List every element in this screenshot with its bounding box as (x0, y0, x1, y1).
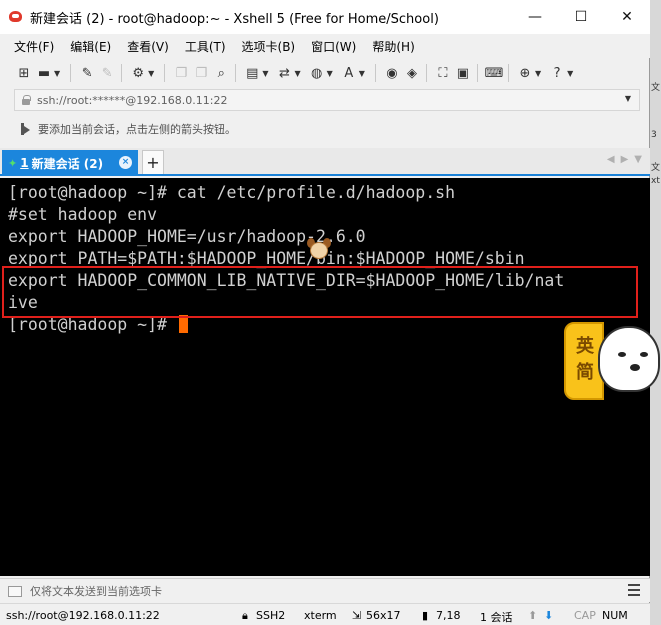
menu-view[interactable]: 查看(V) (127, 38, 169, 55)
session-hint-bar: 要添加当前会话，点击左侧的箭头按钮。 (14, 116, 640, 142)
status-bar: ssh://root@192.168.0.11:22 🔒︎ SSH2 xterm… (0, 603, 650, 625)
send-menu-icon[interactable] (628, 584, 640, 596)
new-session-icon[interactable]: ⊞ (16, 65, 32, 81)
menu-window[interactable]: 窗口(W) (311, 38, 356, 55)
menu-tools[interactable]: 工具(T) (185, 38, 226, 55)
toolbar-separator (121, 64, 123, 82)
fullscreen-icon[interactable]: ⛶ (435, 65, 451, 81)
font-dropdown-icon[interactable]: ▼ (359, 69, 365, 78)
maximize-button[interactable]: ☐ (558, 0, 604, 34)
menu-tab[interactable]: 选项卡(B) (242, 38, 296, 55)
status-terminal-type: xterm (304, 609, 337, 622)
address-dropdown-icon[interactable]: ▼ (625, 94, 631, 103)
terminal-area[interactable]: [root@hadoop ~]# cat /etc/profile.d/hado… (0, 178, 650, 576)
font-icon[interactable]: A (341, 65, 357, 81)
copy-icon[interactable]: ❐ (173, 65, 189, 81)
send-bar[interactable]: 仅将文本发送到当前选项卡 (0, 578, 650, 602)
print-dropdown-icon[interactable]: ▼ (262, 69, 268, 78)
status-position: 7,18 (436, 609, 461, 622)
print-icon[interactable]: ▤ (244, 65, 260, 81)
properties-icon[interactable]: ⚙ (130, 65, 146, 81)
upload-arrow-icon: ⬆ (528, 609, 538, 622)
tab-list-dropdown-icon[interactable]: ▼ (634, 154, 642, 165)
send-target-text: 仅将文本发送到当前选项卡 (30, 584, 162, 598)
status-resize-icon: ⇲ (352, 609, 362, 622)
status-sessions: 1 会话 (480, 611, 513, 624)
background-window-edge: 文 3 文 xt (650, 0, 661, 625)
tab-scroll-left-icon[interactable]: ◀ (607, 154, 615, 165)
reconnect-icon[interactable]: ✎ (79, 65, 95, 81)
menu-bar: 文件(F) 编辑(E) 查看(V) 工具(T) 选项卡(B) 窗口(W) 帮助(… (0, 34, 650, 58)
title-bar[interactable]: 新建会话 (2) - root@hadoop:~ - Xshell 5 (Fre… (0, 0, 650, 34)
polar-bear-mascot-icon (598, 326, 660, 392)
menu-help[interactable]: 帮助(H) (372, 38, 414, 55)
ime-char-simplified: 简 (576, 362, 594, 383)
lock-screen-icon[interactable]: ▣ (455, 65, 471, 81)
transfer-dropdown-icon[interactable]: ▼ (294, 69, 300, 78)
mascot-overlay-icon (306, 238, 332, 262)
window-title: 新建会话 (2) - root@hadoop:~ - Xshell 5 (Fre… (30, 11, 439, 27)
properties-dropdown-icon[interactable]: ▼ (148, 69, 154, 78)
status-cursor-icon: ▮ (422, 609, 429, 622)
help-icon[interactable]: ? (549, 65, 565, 81)
xshell-logo-icon (8, 9, 24, 25)
tab-close-icon[interactable]: × (119, 156, 132, 169)
toolbar-separator (476, 64, 478, 82)
add-tab-button[interactable]: + (142, 150, 164, 174)
disconnect-icon[interactable]: ✎ (99, 65, 115, 81)
transfer-icon[interactable]: ⇄ (276, 65, 292, 81)
tab-session-1[interactable]: ✦ 1 新建会话 (2) × (2, 150, 138, 176)
status-cap: CAP (574, 609, 596, 622)
terminal-line: #set hadoop env (8, 205, 158, 224)
tab-number: 1 (20, 156, 29, 170)
status-num: NUM (602, 609, 628, 622)
tab-bar: ✦ 1 新建会话 (2) × + ◀ ▶ ▼ (0, 148, 650, 176)
toolbar-separator (507, 64, 509, 82)
xmanager-icon[interactable]: ◈ (404, 65, 420, 81)
minimize-button[interactable]: — (512, 0, 558, 34)
terminal-line: [root@hadoop ~]# cat /etc/profile.d/hado… (8, 183, 456, 202)
globe-dropdown-icon[interactable]: ▼ (327, 69, 333, 78)
highlight-annotation-box (2, 266, 638, 318)
ime-char-english: 英 (576, 336, 594, 357)
add-tab-dropdown-icon[interactable]: ▼ (535, 69, 541, 78)
address-value: ssh://root:******@192.168.0.11:22 (37, 93, 228, 107)
download-arrow-icon: ⬇ (544, 609, 554, 622)
status-size: 56x17 (366, 609, 401, 622)
menu-edit[interactable]: 编辑(E) (70, 38, 111, 55)
close-button[interactable]: ✕ (604, 0, 650, 34)
toolbar: ⊞ ▬ ▼ ✎ ✎ ⚙ ▼ ❐ ❐ ⌕ ▤ ▼ ⇄ ▼ ◍ ▼ A ▼ ◉ ◈ ⛶ ▣ ⌨ … (0, 58, 650, 88)
open-folder-icon[interactable]: ▬ (36, 65, 52, 81)
toolbar-separator (70, 64, 72, 82)
status-connection: ssh://root@192.168.0.11:22 (6, 609, 160, 622)
compose-icon (8, 584, 22, 598)
xshell-window: 新建会话 (2) - root@hadoop:~ - Xshell 5 (Fre… (0, 0, 650, 625)
address-bar[interactable]: ssh://root:******@192.168.0.11:22 ▼ (14, 89, 640, 111)
menu-file[interactable]: 文件(F) (14, 38, 54, 55)
tab-scroll-right-icon[interactable]: ▶ (621, 154, 629, 165)
globe-icon[interactable]: ◍ (309, 65, 325, 81)
help-dropdown-icon[interactable]: ▼ (567, 69, 573, 78)
toolbar-separator (164, 64, 166, 82)
paste-icon[interactable]: ❐ (193, 65, 209, 81)
session-status-icon: ✦ (8, 156, 18, 170)
find-icon[interactable]: ⌕ (213, 65, 229, 81)
keyboard-icon[interactable]: ⌨ (485, 65, 504, 81)
tab-navigation: ◀ ▶ ▼ (607, 154, 642, 165)
open-dropdown-icon[interactable]: ▼ (54, 69, 60, 78)
status-protocol: SSH2 (256, 609, 286, 622)
toolbar-separator (235, 64, 237, 82)
window-controls: — ☐ ✕ (512, 0, 650, 34)
status-lock-icon: 🔒︎ (242, 609, 248, 622)
add-tab-icon[interactable]: ⊕ (517, 65, 533, 81)
tab-label: 新建会话 (2) (31, 156, 104, 171)
hint-text: 要添加当前会话，点击左侧的箭头按钮。 (38, 123, 236, 136)
toolbar-separator (425, 64, 427, 82)
toolbar-separator (374, 64, 376, 82)
lock-icon (21, 95, 31, 105)
ime-widget[interactable]: 英 简 (564, 322, 661, 402)
add-session-arrow-icon[interactable] (20, 123, 32, 135)
xftp-icon[interactable]: ◉ (384, 65, 400, 81)
